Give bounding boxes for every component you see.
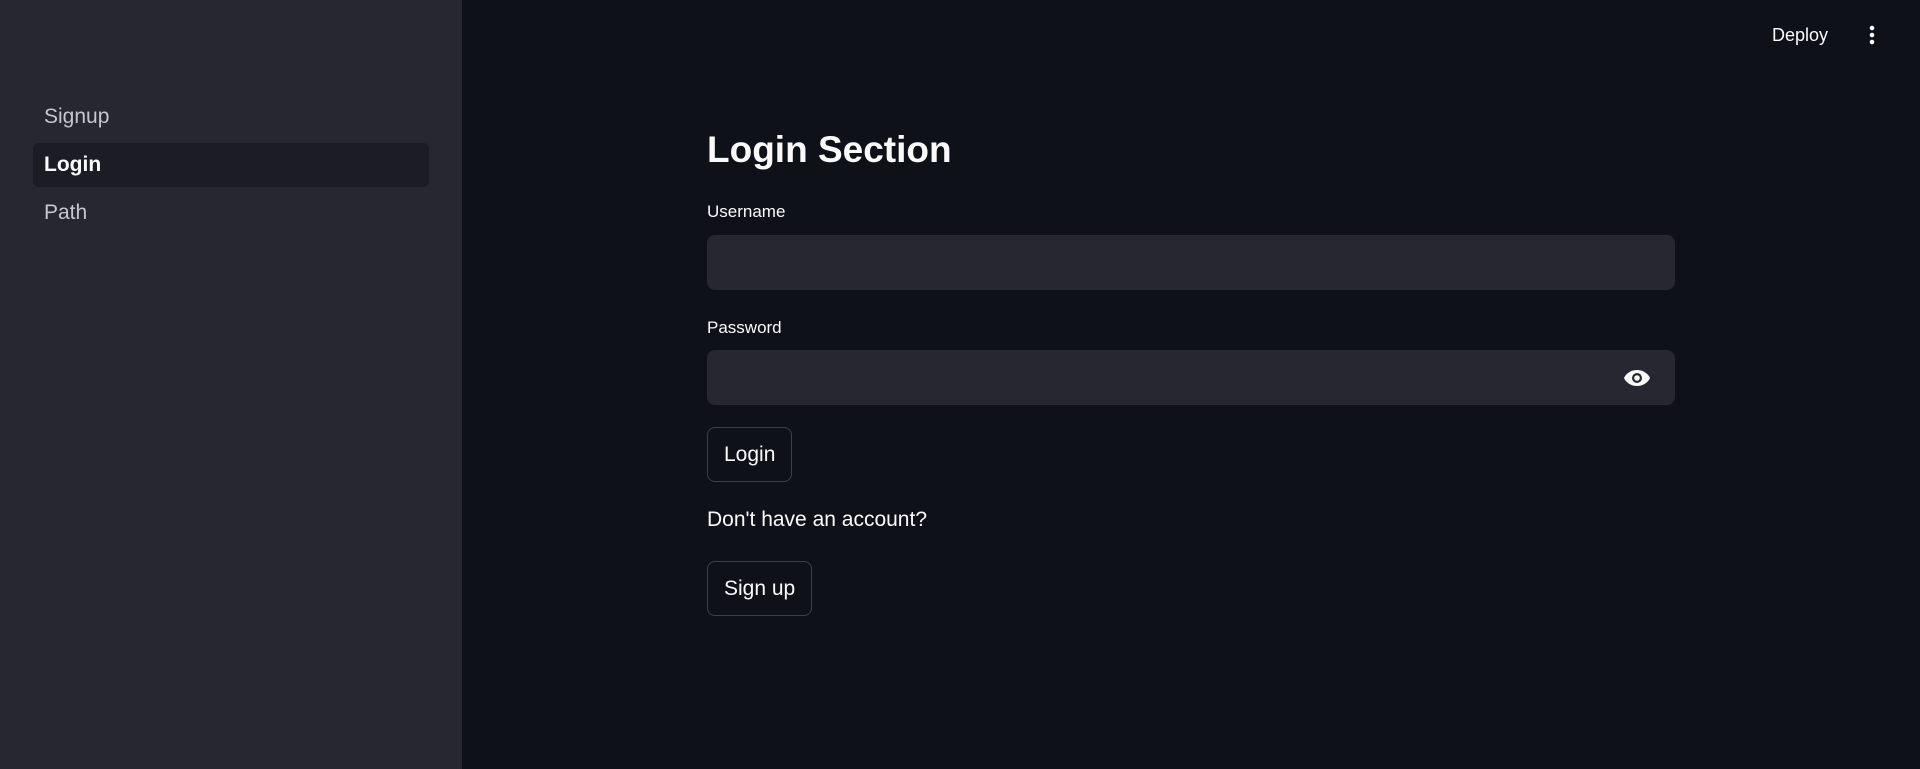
deploy-button[interactable]: Deploy bbox=[1760, 20, 1840, 50]
signup-button[interactable]: Sign up bbox=[707, 561, 813, 616]
sidebar-nav: Signup Login Path bbox=[33, 95, 429, 239]
signup-button-label: Sign up bbox=[724, 576, 796, 600]
eye-icon bbox=[1624, 370, 1650, 386]
signup-prompt: Don't have an account? bbox=[707, 508, 927, 531]
login-button[interactable]: Login bbox=[707, 427, 793, 482]
sidebar-item-label: Signup bbox=[44, 105, 110, 128]
login-button-label: Login bbox=[724, 442, 776, 466]
main-menu-button[interactable] bbox=[1862, 20, 1882, 50]
kebab-menu-icon bbox=[1869, 25, 1875, 45]
sidebar-item-signup[interactable]: Signup bbox=[33, 95, 429, 139]
sidebar-item-label: Path bbox=[44, 201, 88, 224]
sidebar-item-label: Login bbox=[44, 153, 102, 176]
sidebar-item-path[interactable]: Path bbox=[33, 191, 429, 235]
page-title: Login Section bbox=[707, 129, 952, 170]
sidebar-item-login[interactable]: Login bbox=[33, 143, 429, 187]
password-label: Password bbox=[707, 318, 782, 337]
password-visibility-toggle[interactable] bbox=[1615, 356, 1659, 400]
top-header: Deploy bbox=[462, 0, 1920, 70]
sidebar: Signup Login Path bbox=[0, 0, 462, 769]
password-input[interactable] bbox=[707, 350, 1675, 405]
deploy-button-label: Deploy bbox=[1771, 24, 1828, 45]
username-label: Username bbox=[707, 202, 786, 221]
app-root: Signup Login Path Deploy Login Section U… bbox=[0, 0, 1920, 769]
username-input[interactable] bbox=[707, 235, 1675, 290]
